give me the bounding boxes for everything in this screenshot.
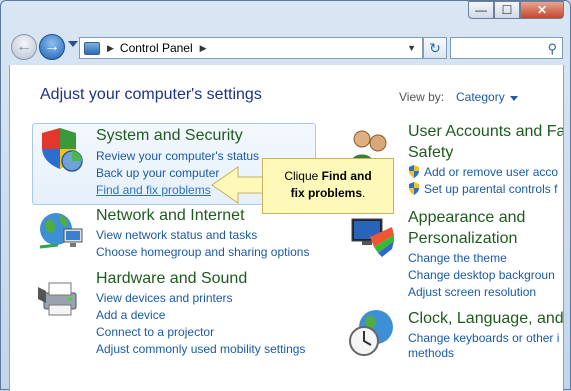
- link-connect-projector[interactable]: Connect to a projector: [96, 325, 214, 339]
- forward-button[interactable]: →: [39, 34, 65, 60]
- category-title-user-accounts-line2[interactable]: Safety: [408, 144, 453, 162]
- window-caption-buttons: — ☐ ✕: [468, 1, 564, 19]
- navigation-bar: ← → ▶ Control Panel ▶ ▼ ↻ ⚲: [9, 33, 563, 61]
- refresh-icon[interactable]: ↻: [423, 37, 447, 59]
- uac-shield-icon: [409, 182, 419, 195]
- minimize-button[interactable]: —: [468, 1, 494, 19]
- link-add-remove-user[interactable]: Add or remove user acco: [424, 165, 558, 179]
- link-change-theme[interactable]: Change the theme: [408, 251, 507, 265]
- address-dropdown-icon[interactable]: ▼: [407, 43, 416, 53]
- maximize-button[interactable]: ☐: [494, 1, 520, 19]
- main-content: Adjust your computer's settings View by:…: [9, 65, 564, 391]
- link-network-status[interactable]: View network status and tasks: [96, 228, 257, 242]
- link-review-status[interactable]: Review your computer's status: [96, 149, 259, 163]
- clock-globe-icon[interactable]: [348, 307, 398, 359]
- category-title-user-accounts[interactable]: User Accounts and Fa: [408, 123, 563, 141]
- link-back-up[interactable]: Back up your computer: [96, 166, 219, 180]
- category-title-network-internet[interactable]: Network and Internet: [96, 207, 245, 225]
- search-icon[interactable]: ⚲: [547, 41, 557, 57]
- back-button[interactable]: ←: [11, 34, 37, 60]
- link-desktop-background[interactable]: Change desktop backgroun: [408, 268, 555, 282]
- view-by-label: View by:: [399, 90, 445, 104]
- close-button[interactable]: ✕: [520, 1, 564, 19]
- callout-prefix: Clique: [284, 169, 322, 183]
- recent-pages-dropdown-icon[interactable]: [68, 41, 78, 47]
- link-change-keyboards[interactable]: Change keyboards or other i: [408, 331, 559, 345]
- control-panel-window: — ☐ ✕ ← → ▶ Control Panel ▶ ▼ ↻ ⚲ Adjust…: [0, 0, 571, 391]
- category-title-hardware-sound[interactable]: Hardware and Sound: [96, 270, 247, 288]
- search-input[interactable]: ⚲: [450, 37, 563, 59]
- page-title: Adjust your computer's settings: [40, 86, 262, 103]
- link-add-device[interactable]: Add a device: [96, 308, 165, 322]
- uac-shield-icon: [409, 165, 419, 178]
- link-devices-printers[interactable]: View devices and printers: [96, 291, 233, 305]
- network-globe-icon[interactable]: [36, 207, 86, 253]
- link-parental-controls[interactable]: Set up parental controls f: [424, 182, 557, 196]
- category-title-appearance[interactable]: Appearance and: [408, 209, 525, 227]
- link-input-methods[interactable]: methods: [408, 346, 454, 360]
- category-title-clock-language[interactable]: Clock, Language, and: [408, 310, 563, 328]
- appearance-monitor-icon[interactable]: [348, 213, 396, 261]
- view-by-dropdown[interactable]: Category: [456, 90, 505, 104]
- breadcrumb-chevron-icon[interactable]: ▶: [107, 43, 114, 54]
- shield-icon[interactable]: [36, 125, 84, 173]
- callout-bold-1: Find and: [321, 169, 372, 183]
- link-find-fix-problems[interactable]: Find and fix problems: [96, 183, 211, 197]
- breadcrumb-chevron-icon[interactable]: ▶: [200, 43, 207, 54]
- category-title-appearance-line2[interactable]: Personalization: [408, 230, 517, 248]
- category-title-system-security[interactable]: System and Security: [96, 127, 243, 145]
- callout-arrow-icon: [211, 166, 267, 204]
- control-panel-icon: [84, 41, 100, 55]
- link-mobility-settings[interactable]: Adjust commonly used mobility settings: [96, 342, 305, 356]
- address-bar[interactable]: ▶ Control Panel ▶ ▼: [79, 37, 423, 59]
- breadcrumb-control-panel[interactable]: Control Panel: [120, 41, 193, 55]
- link-homegroup[interactable]: Choose homegroup and sharing options: [96, 245, 309, 259]
- callout-suffix: .: [362, 186, 366, 200]
- chevron-down-icon[interactable]: [510, 96, 518, 101]
- link-screen-resolution[interactable]: Adjust screen resolution: [408, 285, 536, 299]
- callout-bold-2: fix problems: [290, 186, 362, 200]
- printer-icon[interactable]: [36, 273, 84, 321]
- instruction-callout: Clique Find and fix problems.: [262, 158, 394, 214]
